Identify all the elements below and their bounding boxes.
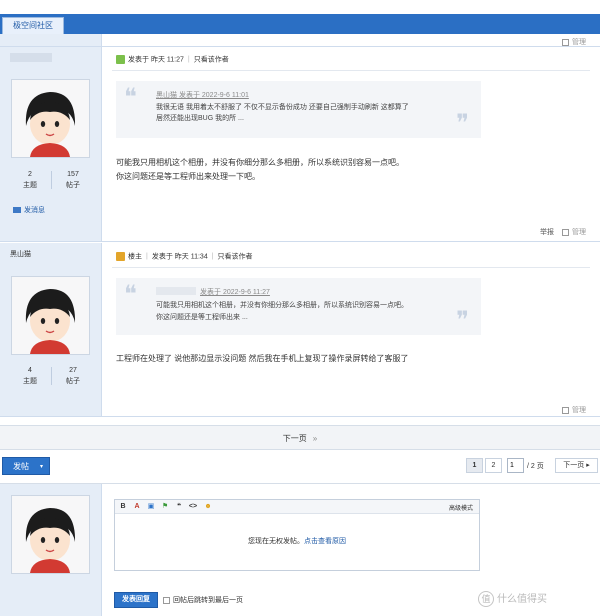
meta-divider	[112, 70, 590, 71]
report-link[interactable]: 举报	[540, 229, 554, 236]
page-2-button[interactable]: 2	[485, 458, 502, 473]
avatar	[11, 495, 90, 574]
close-quote-icon: ❞	[456, 306, 469, 334]
quote-source-link[interactable]: 黑山猫 发表于 2022-9-6 11:01	[156, 90, 249, 100]
stat-divider	[51, 171, 52, 189]
jump-last-checkbox[interactable]	[163, 596, 170, 604]
stat-posts[interactable]: 157 帖子	[53, 169, 93, 191]
post-content: 楼主 | 发表于 昨天 11:34 | 只看该作者 ❝ ❞ 发表于 2022-9-6 1…	[102, 243, 600, 416]
stat-topics[interactable]: 4 主题	[10, 365, 50, 387]
meta-divider	[112, 267, 590, 268]
bold-icon[interactable]: B	[118, 502, 128, 512]
only-author-link[interactable]: 只看该作者	[218, 253, 253, 260]
close-quote-icon: ❞	[456, 109, 469, 137]
caret-down-icon: ▾	[39, 464, 43, 470]
submit-reply-button[interactable]: 发表回复	[114, 592, 158, 608]
avatar[interactable]	[11, 276, 90, 355]
envelope-icon	[13, 207, 21, 214]
forum-header-bar: 极空间社区	[0, 14, 600, 34]
role-badge: 楼主	[128, 253, 142, 261]
quote-source-link[interactable]: 发表于 2022-9-6 11:27	[200, 287, 270, 297]
reply-sidebar	[0, 484, 102, 616]
quote-line: 居然还能出现BUG 我的所 ...	[156, 115, 244, 122]
watermark: 值什么值得买	[478, 590, 547, 608]
code-icon[interactable]: <>	[188, 502, 198, 512]
manage-label: 管理	[572, 407, 586, 414]
next-arrow-icon: »	[312, 434, 318, 443]
post-reply-2: 黑山猫 4 主题 27 帖子 楼主|发表于 昨天 11:34|只看该作者	[0, 243, 600, 417]
editor-toolbar: B A ▣ ⚑ ❝ <> ☻ 高级模式	[115, 500, 479, 514]
online-status-icon	[116, 55, 125, 64]
quote-line: 可能我只用相机这个相册，并没有你细分那么多相册，所以系统识别容易一点吧。	[156, 302, 408, 309]
reply-editor[interactable]: B A ▣ ⚑ ❝ <> ☻ 高级模式 您现在无权发帖。点击查看原因	[114, 499, 480, 571]
post-body-line: 可能我只用相机这个相册，并没有你细分那么多相册，所以系统识别容易一点吧。	[116, 158, 404, 167]
open-quote-icon: ❝	[124, 280, 137, 308]
manage-label: 管理	[572, 229, 586, 236]
no-permission-notice: 您现在无权发帖。点击查看原因	[248, 538, 346, 545]
page-jump-input[interactable]	[507, 458, 524, 473]
manage-checkbox[interactable]	[562, 228, 569, 236]
post-reply-1: 2 主题 157 帖子 发消息 发表于 昨天 11:27 | 只看该作者 ❝ ❞ 黑…	[0, 47, 600, 242]
stat-topics[interactable]: 2 主题	[10, 169, 50, 191]
post-meta: 楼主 | 发表于 昨天 11:34 | 只看该作者	[116, 252, 253, 262]
manage-checkbox[interactable]	[562, 406, 569, 414]
post-sidebar: 2 主题 157 帖子 发消息	[0, 47, 102, 241]
stat-divider	[51, 367, 52, 385]
next-page-button[interactable]: 下一页 ▸	[555, 458, 598, 473]
post-body-line: 你这问题还是等工程师出来处理一下吧。	[116, 172, 260, 181]
open-quote-icon: ❝	[124, 83, 137, 111]
watermark-logo-icon: 值	[478, 591, 494, 608]
next-page-link[interactable]: 下一页	[283, 434, 307, 443]
post-sidebar: 黑山猫 4 主题 27 帖子	[0, 243, 102, 416]
manage-checkbox[interactable]	[562, 38, 569, 46]
post-content: 发表于 昨天 11:27 | 只看该作者 ❝ ❞ 黑山猫 发表于 2022-9-6 …	[102, 47, 600, 241]
quote-author-redacted	[156, 287, 196, 295]
jump-last-option[interactable]: 回帖后跳转到最后一页	[163, 595, 243, 605]
stat-posts[interactable]: 27 帖子	[53, 365, 93, 387]
quote-line: 我很无语 我用着太不舒服了 不仅不显示备份成功 还要自己强制手动刷新 这都算了	[156, 104, 409, 111]
page-total: / 2 页	[527, 463, 544, 470]
thread-starter-icon	[116, 252, 125, 261]
post-actions: 举报 管理	[540, 227, 586, 237]
author-name[interactable]: 黑山猫	[10, 249, 31, 259]
avatar[interactable]	[11, 79, 90, 158]
advanced-mode-link[interactable]: 高级模式	[449, 503, 473, 512]
page-1-button[interactable]: 1	[466, 458, 483, 473]
quote-block: ❝ ❞ 发表于 2022-9-6 11:27 可能我只用相机这个相册，并没有你细…	[116, 278, 481, 335]
only-author-link[interactable]: 只看该作者	[194, 56, 229, 63]
quote-icon[interactable]: ❝	[174, 502, 184, 512]
author-name-redacted	[10, 53, 52, 62]
new-post-button[interactable]: 发帖 ▾	[2, 457, 50, 475]
font-color-icon[interactable]: A	[132, 502, 142, 512]
smiley-icon[interactable]: ☻	[203, 502, 213, 512]
view-reason-link[interactable]: 点击查看原因	[304, 538, 346, 545]
forum-tab[interactable]: 极空间社区	[2, 17, 64, 34]
post-actions: 管理	[562, 405, 586, 415]
image-icon[interactable]: ▣	[146, 502, 156, 512]
next-page-bar[interactable]: 下一页 »	[0, 425, 600, 450]
post-body-line: 工程师在处理了 说他那边显示没问题 然后我在手机上复现了操作录屏转给了客服了	[116, 354, 409, 363]
prev-post-sidebar	[0, 34, 102, 46]
send-message-link[interactable]: 发消息	[13, 205, 45, 215]
quote-line: 你这问题还是等工程师出来 ...	[156, 314, 248, 321]
post-meta: 发表于 昨天 11:27 | 只看该作者	[116, 55, 229, 65]
quote-block: ❝ ❞ 黑山猫 发表于 2022-9-6 11:01 我很无语 我用着太不舒服了…	[116, 81, 481, 138]
attachment-icon[interactable]: ⚑	[160, 502, 170, 512]
